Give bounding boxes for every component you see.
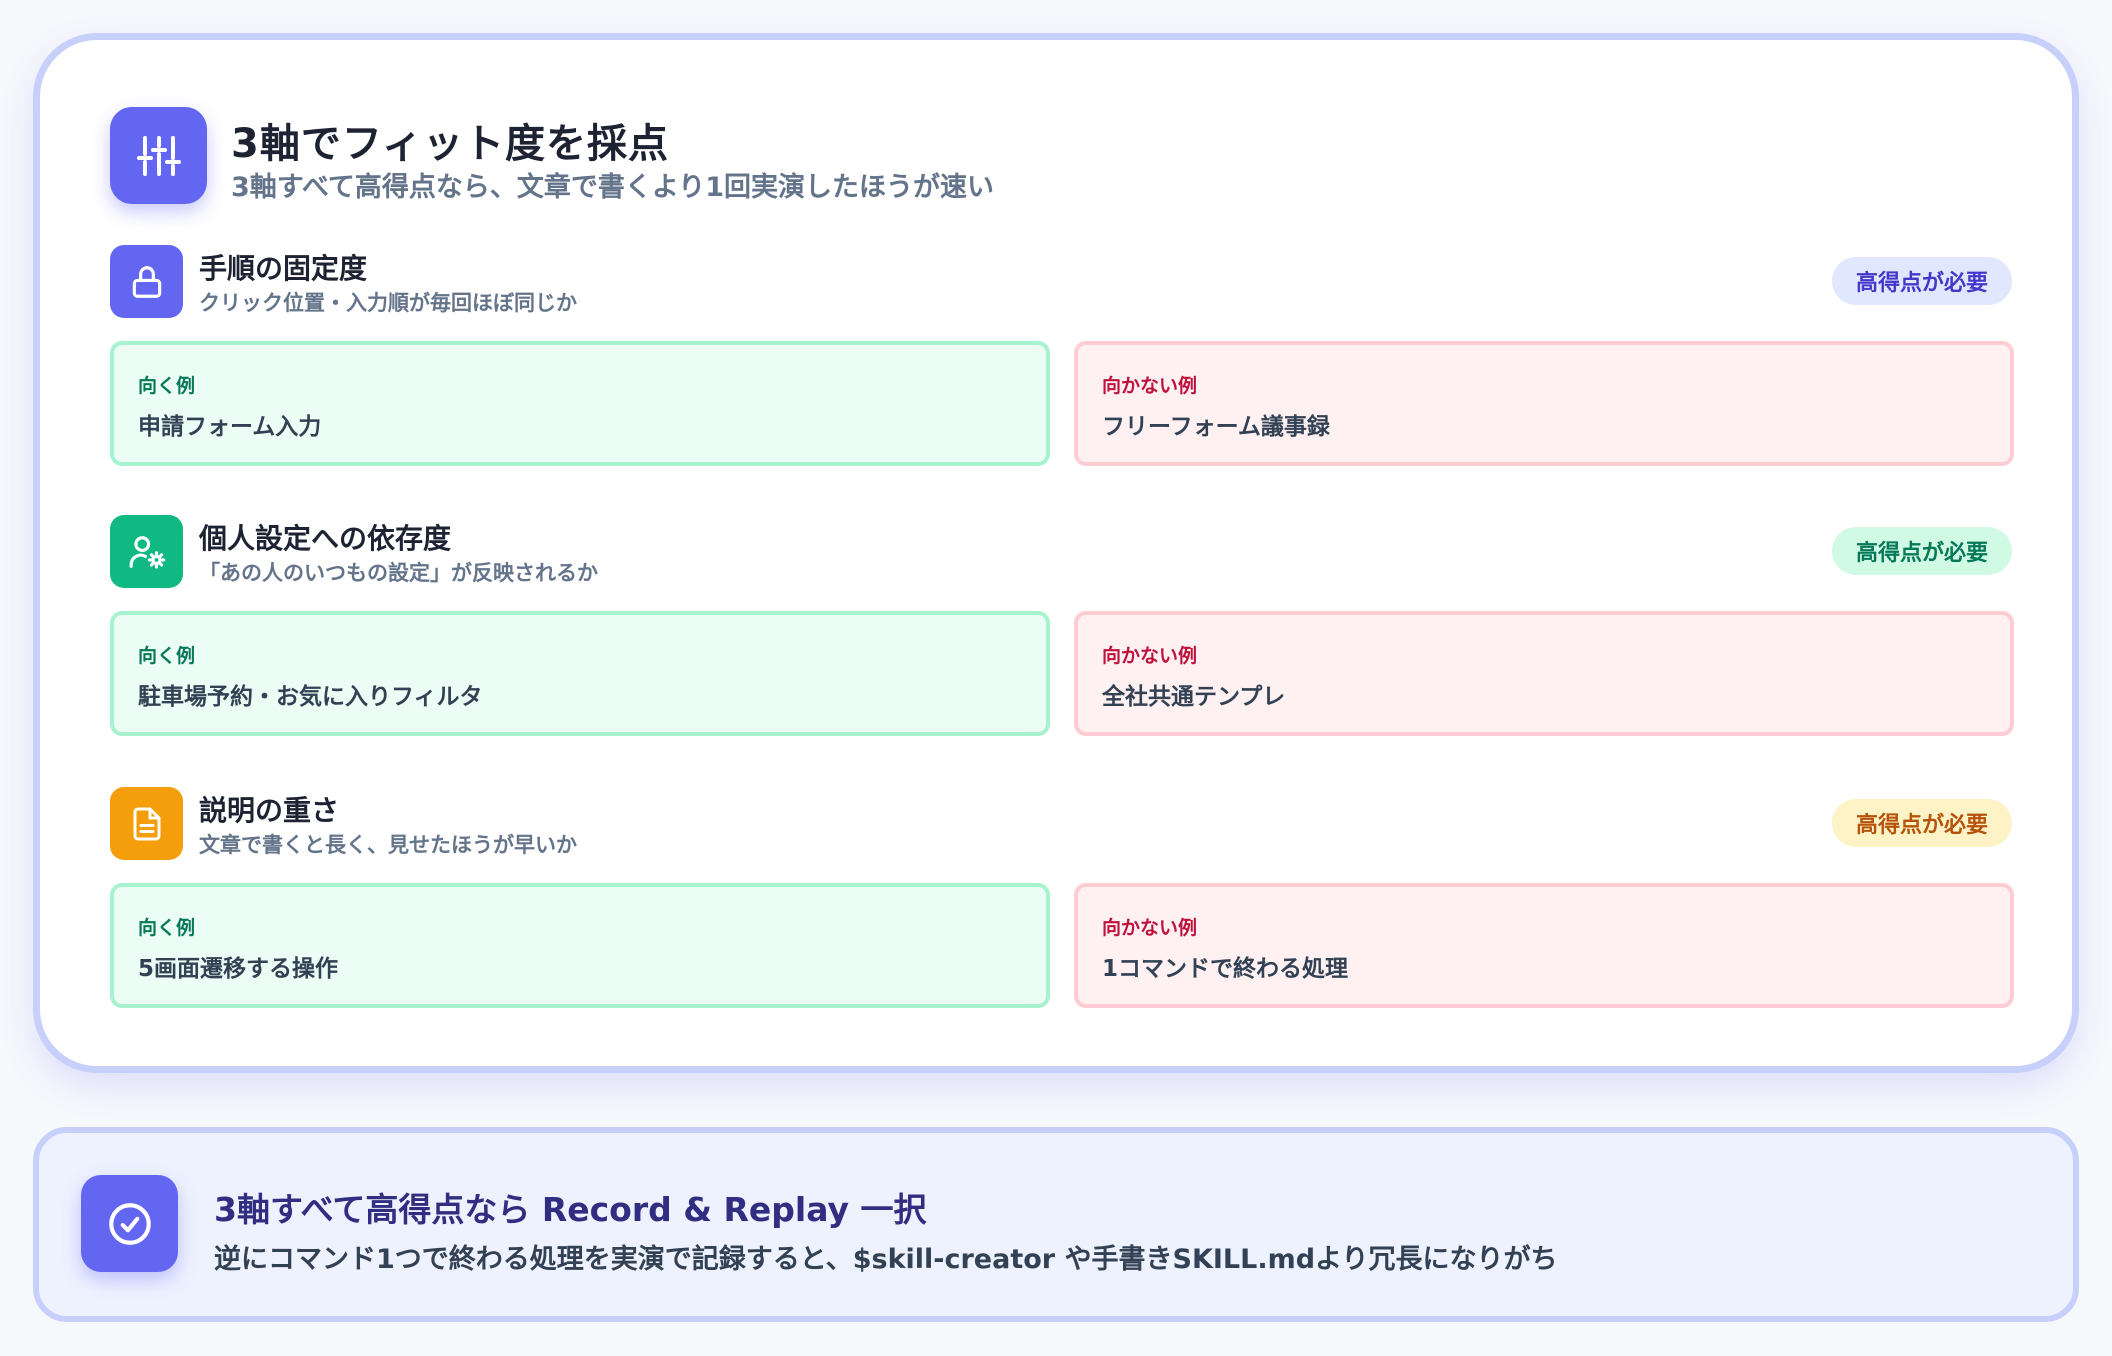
good-example-text: 5画面遷移する操作 [138,956,339,982]
card-header: 3軸でフィット度を採点 3軸すべて高得点なら、文章で書くより1回実演したほうが速… [110,107,1310,207]
summary-text: 逆にコマンド1つで終わる処理を実演で記録すると、$skill-creator や… [214,1244,1558,1275]
good-example-text: 駐車場予約・お気に入りフィルタ [138,684,483,710]
summary-title: 3軸すべて高得点なら Record & Replay 一択 [214,1190,927,1229]
status-badge: 高得点が必要 [1831,527,2012,575]
bad-example-text: フリーフォーム議事録 [1102,414,1330,440]
bad-example-card: 向かない例 全社共通テンプレ [1074,611,2014,736]
section-description: 「あの人のいつもの設定」が反映されるか [199,561,598,585]
bad-example-card: 向かない例 フリーフォーム議事録 [1074,341,2014,466]
good-example-label: 向く例 [138,375,196,397]
lock-icon [110,245,183,318]
section-title: 説明の重さ [199,794,340,827]
status-badge: 高得点が必要 [1831,257,2012,305]
summary-callout: 3軸すべて高得点なら Record & Replay 一択 逆にコマンド1つで終… [33,1127,2079,1322]
good-example-label: 向く例 [138,645,196,667]
section-title: 個人設定への依存度 [199,522,452,555]
sliders-icon [110,107,207,204]
axis-section-explanation-weight: 説明の重さ 文章で書くと長く、見せたほうが早いか 高得点が必要 向く例 5画面遷… [110,787,2014,1012]
good-example-card: 向く例 申請フォーム入力 [110,341,1050,466]
axis-section-fixedness: 手順の固定度 クリック位置・入力順が毎回ほぼ同じか 高得点が必要 向く例 申請フ… [110,245,2014,470]
fit-score-card: 3軸でフィット度を採点 3軸すべて高得点なら、文章で書くより1回実演したほうが速… [33,33,2079,1073]
bad-example-label: 向かない例 [1102,645,1198,667]
section-description: クリック位置・入力順が毎回ほぼ同じか [199,291,577,315]
good-example-text: 申請フォーム入力 [138,414,322,440]
bad-example-text: 1コマンドで終わる処理 [1102,956,1349,982]
good-example-label: 向く例 [138,917,196,939]
bad-example-label: 向かない例 [1102,917,1198,939]
bad-example-text: 全社共通テンプレ [1102,684,1286,710]
axis-section-personalization: 個人設定への依存度 「あの人のいつもの設定」が反映されるか 高得点が必要 向く例… [110,515,2014,740]
user-settings-icon [110,515,183,588]
section-title: 手順の固定度 [199,252,368,285]
page-title: 3軸でフィット度を採点 [231,121,670,167]
status-badge: 高得点が必要 [1831,799,2012,847]
bad-example-label: 向かない例 [1102,375,1198,397]
bad-example-card: 向かない例 1コマンドで終わる処理 [1074,883,2014,1008]
good-example-card: 向く例 駐車場予約・お気に入りフィルタ [110,611,1050,736]
section-description: 文章で書くと長く、見せたほうが早いか [199,833,577,857]
check-circle-icon [81,1175,178,1272]
page-subtitle: 3軸すべて高得点なら、文章で書くより1回実演したほうが速い [231,172,995,203]
good-example-card: 向く例 5画面遷移する操作 [110,883,1050,1008]
document-icon [110,787,183,860]
